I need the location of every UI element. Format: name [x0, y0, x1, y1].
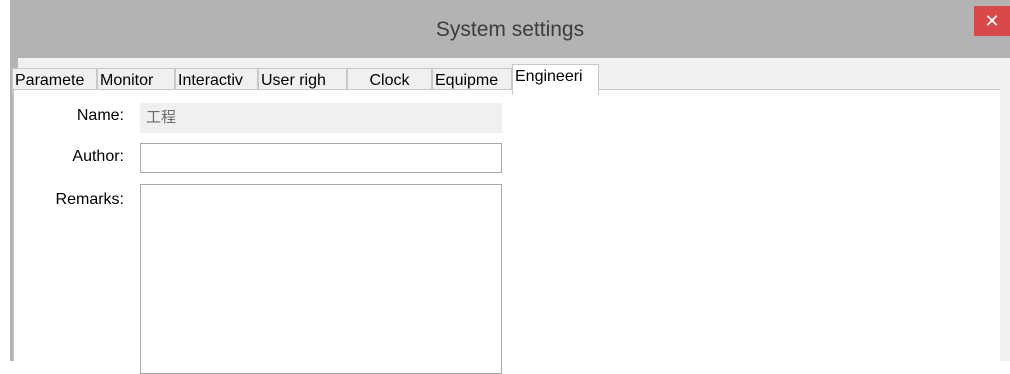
title-bar[interactable]: System settings ✕ — [10, 0, 1010, 58]
window-title: System settings — [435, 18, 585, 41]
close-icon: ✕ — [984, 10, 1000, 31]
name-field: 工程 — [140, 103, 502, 133]
remarks-label: Remarks: — [55, 191, 124, 208]
engineering-panel: Name: 工程 Author: Remarks: — [13, 89, 1000, 374]
tab-strip: Paramete Monitor Interactiv User righ Cl… — [12, 64, 992, 95]
name-label: Name: — [76, 107, 124, 124]
tab-engineering[interactable]: Engineeri — [512, 64, 599, 95]
remarks-field[interactable] — [140, 184, 502, 374]
author-label: Author: — [72, 148, 124, 165]
author-field[interactable] — [140, 143, 502, 173]
close-button[interactable]: ✕ — [974, 6, 1010, 36]
